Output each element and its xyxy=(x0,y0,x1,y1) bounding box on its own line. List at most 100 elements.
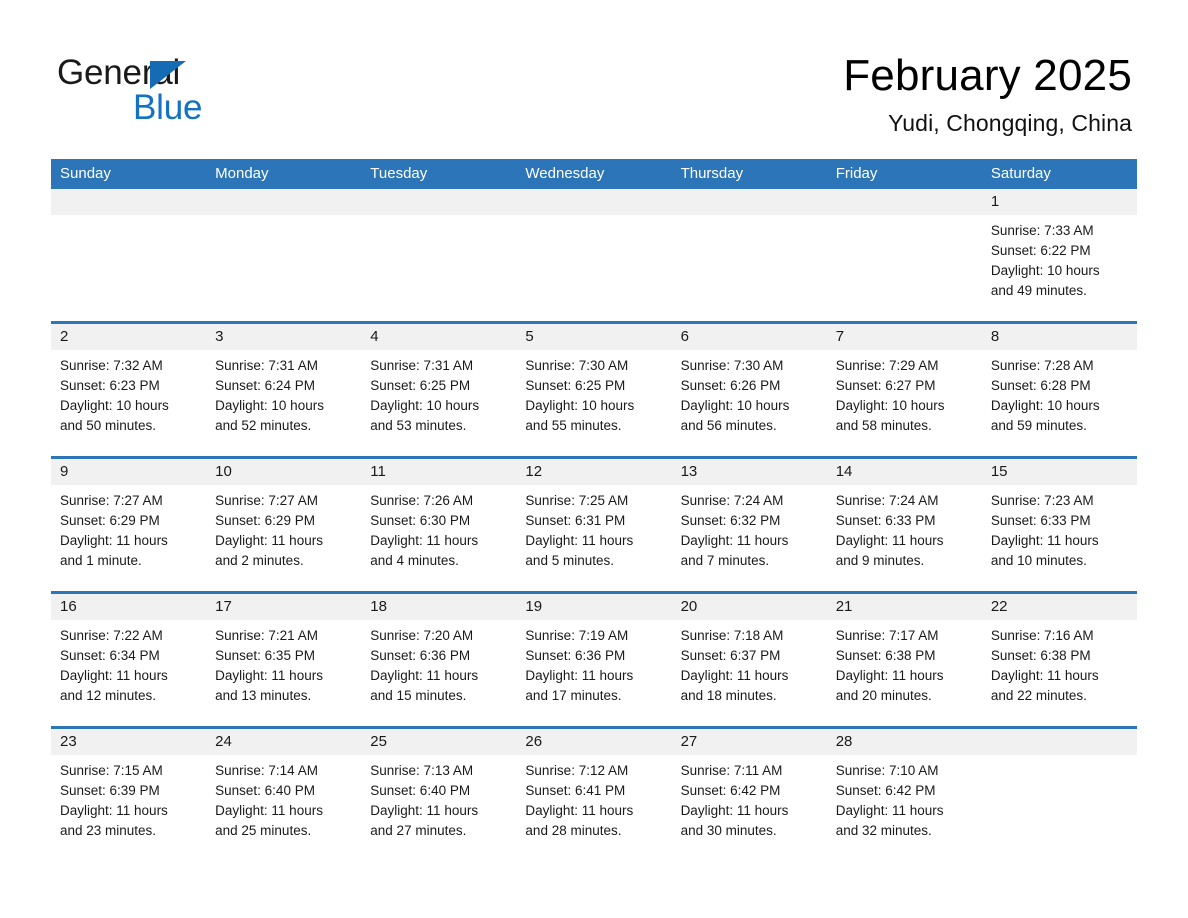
day-cell-17[interactable]: 17 Sunrise: 7:21 AM Sunset: 6:35 PM Dayligh… xyxy=(206,594,362,726)
day-cell-14[interactable]: 14 Sunrise: 7:24 AM Sunset: 6:33 PM Dayligh… xyxy=(826,459,982,591)
day-number: 13 xyxy=(680,463,698,480)
location-subtitle: Yudi, Chongqing, China xyxy=(888,110,1132,136)
day-details: Sunrise: 7:28 AM Sunset: 6:28 PM Daylight:… xyxy=(982,350,1137,436)
day-number-band xyxy=(51,189,207,215)
day-details: Sunrise: 7:11 AM Sunset: 6:42 PM Daylight:… xyxy=(672,755,827,841)
daylight-line-1: Daylight: 11 hours xyxy=(525,803,634,818)
daylight-line-2: and 27 minutes. xyxy=(370,823,467,838)
daylight-line-2: and 12 minutes. xyxy=(60,688,157,703)
day-number-band: 21 xyxy=(826,594,982,620)
page-header: General Blue February 2025 Yudi, Chongqi… xyxy=(0,0,1188,158)
day-cell-9[interactable]: 9 Sunrise: 7:27 AM Sunset: 6:29 PM Daylight… xyxy=(51,459,207,591)
day-cell-26[interactable]: 26 Sunrise: 7:12 AM Sunset: 6:41 PM Dayligh… xyxy=(516,729,672,861)
daylight-line-1: Daylight: 11 hours xyxy=(835,533,944,548)
day-number-band: 9 xyxy=(51,459,207,485)
day-number-band xyxy=(826,189,982,215)
daylight-line-2: and 20 minutes. xyxy=(835,688,932,703)
daylight-line-2: and 52 minutes. xyxy=(215,418,312,433)
day-cell-7[interactable]: 7 Sunrise: 7:29 AM Sunset: 6:27 PM Daylight… xyxy=(826,324,982,456)
daylight-line-1: Daylight: 11 hours xyxy=(215,668,323,683)
day-number-band: 7 xyxy=(826,324,982,350)
daylight-line-1: Daylight: 11 hours xyxy=(370,803,479,818)
sunset-line: Sunset: 6:38 PM xyxy=(990,648,1091,663)
day-number: 28 xyxy=(835,733,853,750)
day-cell-5[interactable]: 5 Sunrise: 7:30 AM Sunset: 6:25 PM Daylight… xyxy=(516,324,672,456)
day-cell-6[interactable]: 6 Sunrise: 7:30 AM Sunset: 6:26 PM Daylight… xyxy=(671,324,827,456)
day-cell-4[interactable]: 4 Sunrise: 7:31 AM Sunset: 6:25 PM Daylight… xyxy=(361,324,517,456)
sunset-line: Sunset: 6:35 PM xyxy=(215,648,315,663)
day-cell-3[interactable]: 3 Sunrise: 7:31 AM Sunset: 6:24 PM Daylight… xyxy=(206,324,362,456)
day-details: Sunrise: 7:33 AM Sunset: 6:22 PM Daylight:… xyxy=(982,215,1137,301)
day-number-band: 13 xyxy=(671,459,827,485)
day-cell-11[interactable]: 11 Sunrise: 7:26 AM Sunset: 6:30 PM Dayligh… xyxy=(361,459,517,591)
daylight-line-2: and 17 minutes. xyxy=(525,688,622,703)
sunset-line: Sunset: 6:39 PM xyxy=(60,783,160,798)
calendar-week-row: 1 Sunrise: 7:33 AM Sunset: 6:22 PM Daylight… xyxy=(51,189,1137,321)
day-cell-25[interactable]: 25 Sunrise: 7:13 AM Sunset: 6:40 PM Dayligh… xyxy=(361,729,517,861)
day-number: 6 xyxy=(680,328,689,345)
day-number-band: 8 xyxy=(981,324,1137,350)
day-number-band xyxy=(671,189,827,215)
day-cell-19[interactable]: 19 Sunrise: 7:19 AM Sunset: 6:36 PM Dayligh… xyxy=(516,594,672,726)
day-number: 16 xyxy=(60,598,77,615)
day-details: Sunrise: 7:27 AM Sunset: 6:29 PM Daylight:… xyxy=(206,485,361,571)
day-details: Sunrise: 7:17 AM Sunset: 6:38 PM Daylight:… xyxy=(827,620,982,706)
daylight-line-2: and 18 minutes. xyxy=(680,688,777,703)
daylight-line-1: Daylight: 11 hours xyxy=(680,533,789,548)
day-cell-10[interactable]: 10 Sunrise: 7:27 AM Sunset: 6:29 PM Dayligh… xyxy=(206,459,362,591)
day-cell-21[interactable]: 21 Sunrise: 7:17 AM Sunset: 6:38 PM Dayligh… xyxy=(826,594,982,726)
day-details: Sunrise: 7:31 AM Sunset: 6:25 PM Daylight:… xyxy=(361,350,516,436)
sunset-line: Sunset: 6:41 PM xyxy=(525,783,626,798)
day-number-band: 17 xyxy=(206,594,362,620)
day-number: 15 xyxy=(990,463,1008,480)
day-number: 22 xyxy=(990,598,1008,615)
general-blue-logo: General Blue xyxy=(57,54,317,140)
sunset-line: Sunset: 6:29 PM xyxy=(215,513,315,528)
day-cell-2[interactable]: 2 Sunrise: 7:32 AM Sunset: 6:23 PM Daylight… xyxy=(51,324,207,456)
day-cell-28[interactable]: 28 Sunrise: 7:10 AM Sunset: 6:42 PM Dayligh… xyxy=(826,729,982,861)
day-number: 8 xyxy=(990,328,1000,345)
daylight-line-2: and 4 minutes. xyxy=(370,553,459,568)
day-number: 18 xyxy=(370,598,387,615)
sunset-line: Sunset: 6:36 PM xyxy=(525,648,626,663)
weekday-header-wednesday: Wednesday xyxy=(525,165,605,182)
day-details: Sunrise: 7:25 AM Sunset: 6:31 PM Daylight:… xyxy=(516,485,671,571)
weekday-header-row: Sunday Monday Tuesday Wednesday Thursday Frid… xyxy=(51,159,1137,189)
day-cell-16[interactable]: 16 Sunrise: 7:22 AM Sunset: 6:34 PM Dayligh… xyxy=(51,594,207,726)
sunset-line: Sunset: 6:42 PM xyxy=(835,783,936,798)
day-cell-empty xyxy=(981,729,1137,861)
sunrise-line: Sunrise: 7:13 AM xyxy=(370,763,474,778)
sunset-line: Sunset: 6:23 PM xyxy=(60,378,160,393)
daylight-line-2: and 2 minutes. xyxy=(215,553,304,568)
sunset-line: Sunset: 6:40 PM xyxy=(215,783,315,798)
sunset-line: Sunset: 6:36 PM xyxy=(370,648,471,663)
day-cell-20[interactable]: 20 Sunrise: 7:18 AM Sunset: 6:37 PM Dayligh… xyxy=(671,594,827,726)
day-number: 5 xyxy=(525,328,534,345)
day-number-band: 12 xyxy=(516,459,672,485)
day-cell-22[interactable]: 22 Sunrise: 7:16 AM Sunset: 6:38 PM Dayligh… xyxy=(981,594,1137,726)
day-cell-27[interactable]: 27 Sunrise: 7:11 AM Sunset: 6:42 PM Dayligh… xyxy=(671,729,827,861)
day-number: 27 xyxy=(680,733,698,750)
sunset-line: Sunset: 6:22 PM xyxy=(990,243,1091,258)
daylight-line-1: Daylight: 10 hours xyxy=(525,398,635,413)
sunrise-line: Sunrise: 7:30 AM xyxy=(525,358,629,373)
weekday-header-saturday: Saturday xyxy=(990,165,1051,182)
day-cell-24[interactable]: 24 Sunrise: 7:14 AM Sunset: 6:40 PM Dayligh… xyxy=(206,729,362,861)
day-cell-23[interactable]: 23 Sunrise: 7:15 AM Sunset: 6:39 PM Dayligh… xyxy=(51,729,207,861)
sunrise-line: Sunrise: 7:24 AM xyxy=(680,493,784,508)
sunrise-line: Sunrise: 7:24 AM xyxy=(835,493,939,508)
sunrise-line: Sunrise: 7:14 AM xyxy=(215,763,318,778)
sunrise-line: Sunrise: 7:28 AM xyxy=(990,358,1094,373)
day-cell-18[interactable]: 18 Sunrise: 7:20 AM Sunset: 6:36 PM Dayligh… xyxy=(361,594,517,726)
sunrise-line: Sunrise: 7:15 AM xyxy=(60,763,163,778)
day-cell-8[interactable]: 8 Sunrise: 7:28 AM Sunset: 6:28 PM Daylight… xyxy=(981,324,1137,456)
day-cell-12[interactable]: 12 Sunrise: 7:25 AM Sunset: 6:31 PM Dayligh… xyxy=(516,459,672,591)
day-number: 11 xyxy=(370,463,386,480)
calendar-week-row: 9 Sunrise: 7:27 AM Sunset: 6:29 PM Daylight… xyxy=(51,456,1137,591)
day-cell-13[interactable]: 13 Sunrise: 7:24 AM Sunset: 6:32 PM Dayligh… xyxy=(671,459,827,591)
sunrise-line: Sunrise: 7:23 AM xyxy=(990,493,1094,508)
day-cell-1[interactable]: 1 Sunrise: 7:33 AM Sunset: 6:22 PM Daylight… xyxy=(981,189,1137,321)
sunrise-line: Sunrise: 7:18 AM xyxy=(680,628,784,643)
day-cell-15[interactable]: 15 Sunrise: 7:23 AM Sunset: 6:33 PM Dayligh… xyxy=(981,459,1137,591)
day-number: 17 xyxy=(215,598,232,615)
